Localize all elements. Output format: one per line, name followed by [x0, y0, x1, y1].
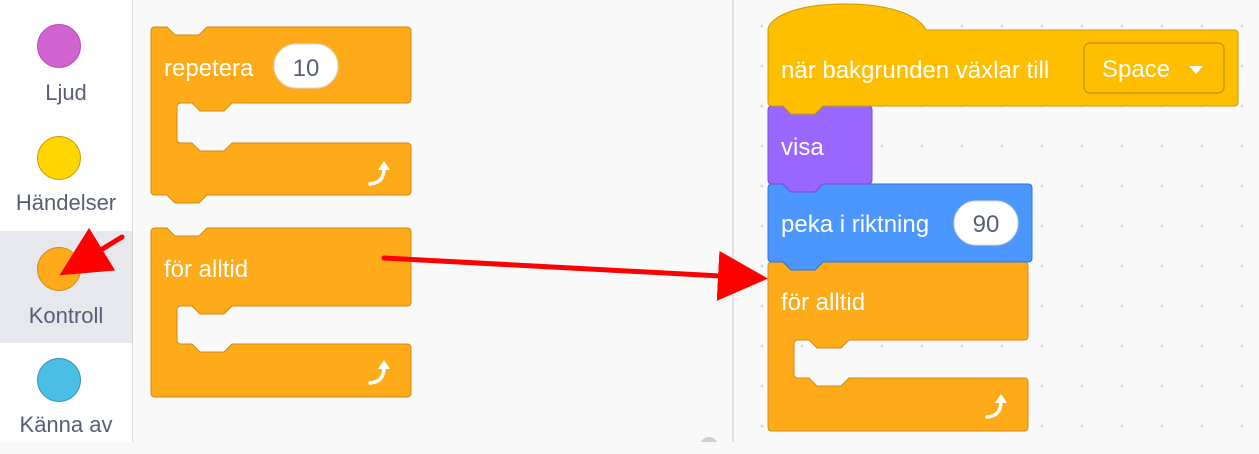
point-direction-label: peka i riktning [781, 211, 929, 238]
forever-block-script[interactable]: för alltid [767, 261, 1029, 432]
script-stack[interactable]: för alltid peka i riktning 90 visa när b… [767, 3, 1239, 432]
hat-block-label: när bakgrunden växlar till [781, 57, 1049, 84]
forever-label-script: för alltid [781, 289, 865, 316]
annotation-arrow-sidebar [59, 227, 125, 276]
repeat-label: repetera [164, 55, 254, 82]
show-label: visa [781, 134, 824, 161]
point-in-direction-block[interactable]: peka i riktning 90 [767, 183, 1033, 271]
annotation-arrow-drag [381, 250, 768, 301]
forever-block-palette[interactable]: för alltid [150, 227, 412, 398]
repeat-count-value: 10 [293, 55, 320, 82]
backdrop-dropdown-value: Space [1102, 56, 1170, 83]
direction-value: 90 [973, 211, 1000, 238]
forever-label-palette: för alltid [164, 256, 248, 283]
palette-scroll-indicator[interactable] [700, 437, 718, 442]
blocks-layer: repetera 10 för alltid för alltid peka i… [59, 3, 1239, 442]
show-block[interactable]: visa [767, 105, 873, 193]
when-backdrop-switches-hat-block[interactable]: när bakgrunden växlar till Space [767, 3, 1239, 115]
repeat-block[interactable]: repetera 10 [150, 26, 412, 204]
